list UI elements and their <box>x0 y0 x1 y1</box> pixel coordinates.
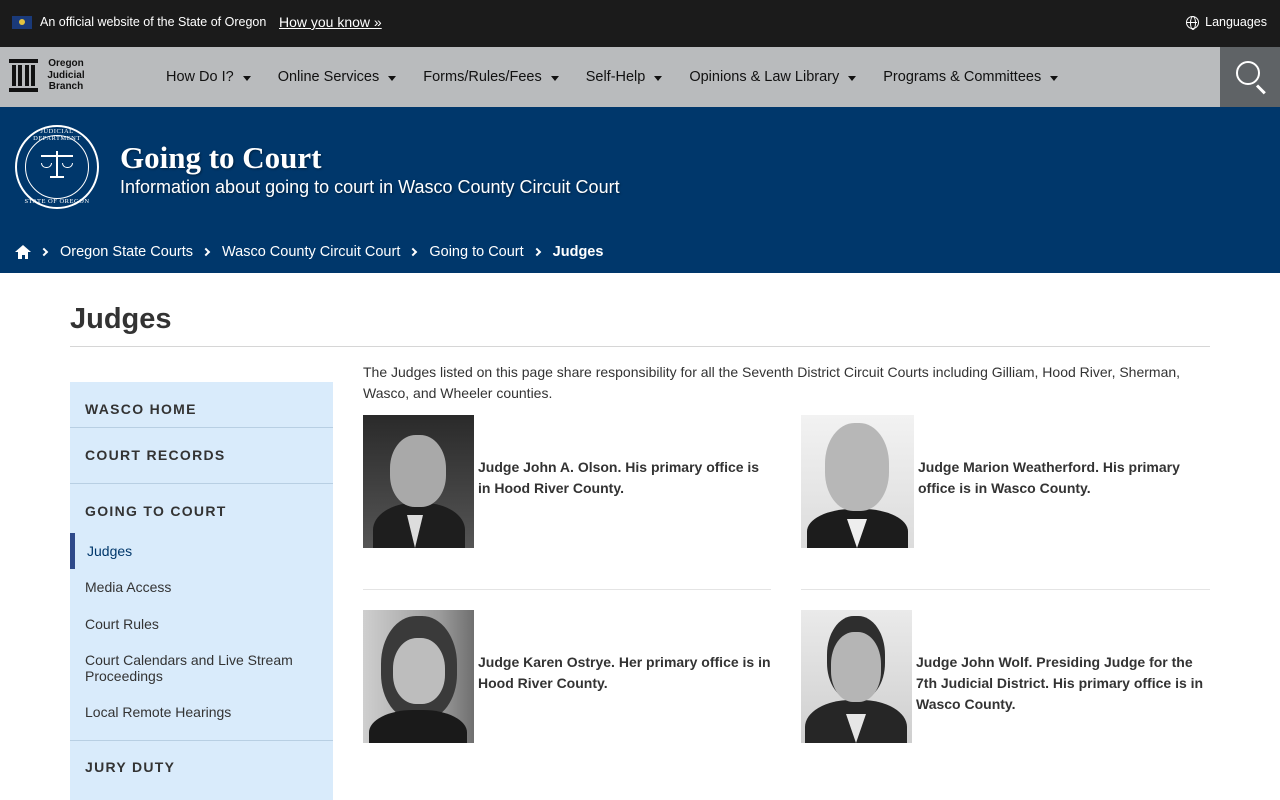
chevron-down-icon <box>388 75 397 81</box>
page-title: Judges <box>70 303 172 335</box>
hero-title: Going to Court <box>120 140 322 175</box>
nav-how-do-i[interactable]: How Do I? <box>166 69 251 85</box>
breadcrumb-current-judges: Judges <box>552 244 604 260</box>
chevron-right-icon <box>532 247 541 257</box>
ojb-logo-text: Oregon Judicial Branch <box>47 58 85 92</box>
nav-self-help[interactable]: Self-Help <box>586 69 663 85</box>
intro-paragraph: The Judges listed on this page share res… <box>363 364 1181 401</box>
row-divider <box>363 589 771 590</box>
sidebar-item-judges[interactable]: Judges <box>87 543 317 559</box>
nav-menu: How Do I? Online Services Forms/Rules/Fe… <box>166 47 1085 107</box>
active-link-indicator <box>70 533 75 569</box>
chevron-right-icon <box>39 247 49 257</box>
judge-caption: Judge John A. Olson. His primary office … <box>478 459 760 496</box>
sidebar-item-local-remote-hearings[interactable]: Local Remote Hearings <box>85 704 315 720</box>
sidebar: WASCO HOME COURT RECORDS GOING TO COURT … <box>70 382 333 800</box>
judge-photo <box>363 415 474 548</box>
breadcrumb-oregon-state-courts[interactable]: Oregon State Courts <box>60 244 193 260</box>
chevron-right-icon <box>201 247 211 257</box>
sidebar-item-court-calendars[interactable]: Court Calendars and Live Stream Proceedi… <box>85 652 315 684</box>
sidebar-divider <box>70 483 333 484</box>
judge-caption: Judge John Wolf. Presiding Judge for the… <box>916 654 1204 712</box>
nav-forms-rules-fees[interactable]: Forms/Rules/Fees <box>423 69 559 85</box>
judge-caption: Judge Marion Weatherford. His primary of… <box>918 459 1180 496</box>
breadcrumb: Oregon State Courts Wasco County Circuit… <box>15 244 603 260</box>
chevron-down-icon <box>242 75 251 81</box>
languages-button[interactable]: Languages <box>1186 15 1267 30</box>
judge-caption: Judge Karen Ostrye. Her primary office i… <box>478 654 771 691</box>
chevron-down-icon <box>848 75 857 81</box>
search-icon-handle <box>1255 84 1266 95</box>
judge-photo <box>801 415 914 548</box>
sidebar-divider <box>70 427 333 428</box>
judge-photo <box>801 610 912 743</box>
courthouse-pillar-icon <box>9 59 38 92</box>
sidebar-item-media-access[interactable]: Media Access <box>85 579 315 595</box>
sidebar-section-court-records[interactable]: COURT RECORDS <box>85 447 226 463</box>
ojb-logo[interactable]: Oregon Judicial Branch <box>9 57 89 97</box>
chevron-down-icon <box>1050 75 1059 81</box>
page-hero: JUDICIAL DEPARTMENT STATE OF OREGON Goin… <box>0 107 1280 273</box>
judge-photo <box>363 610 474 743</box>
sidebar-item-court-rules[interactable]: Court Rules <box>85 616 315 632</box>
oregon-flag-icon <box>12 16 32 29</box>
scales-of-justice-icon <box>41 149 73 181</box>
nav-online-services[interactable]: Online Services <box>278 69 397 85</box>
breadcrumb-wasco-county-circuit-court[interactable]: Wasco County Circuit Court <box>222 244 400 260</box>
chevron-right-icon <box>409 247 418 257</box>
judicial-department-seal: JUDICIAL DEPARTMENT STATE OF OREGON <box>15 125 99 209</box>
search-button[interactable] <box>1220 47 1280 107</box>
chevron-down-icon <box>550 75 559 81</box>
globe-icon <box>1186 15 1200 30</box>
breadcrumb-going-to-court[interactable]: Going to Court <box>429 244 523 260</box>
title-divider <box>70 346 1210 347</box>
sidebar-divider <box>70 740 333 741</box>
nav-opinions-law-library[interactable]: Opinions & Law Library <box>689 69 857 85</box>
search-icon <box>1236 61 1260 85</box>
sidebar-section-going-to-court[interactable]: GOING TO COURT <box>85 503 227 519</box>
hero-subtitle: Information about going to court in Wasc… <box>120 177 620 197</box>
sidebar-section-wasco-home[interactable]: WASCO HOME <box>85 401 197 417</box>
chevron-down-icon <box>654 75 663 81</box>
official-site-banner: An official website of the State of Oreg… <box>0 0 1280 47</box>
how-you-know-link[interactable]: How you know » <box>279 14 382 30</box>
languages-label: Languages <box>1205 15 1267 29</box>
main-navigation: Oregon Judicial Branch How Do I? Online … <box>0 47 1280 107</box>
official-site-text: An official website of the State of Oreg… <box>40 15 267 29</box>
sidebar-section-jury-duty[interactable]: JURY DUTY <box>85 759 175 775</box>
nav-programs-committees[interactable]: Programs & Committees <box>883 69 1059 85</box>
home-icon[interactable] <box>15 245 31 259</box>
row-divider <box>801 589 1210 590</box>
